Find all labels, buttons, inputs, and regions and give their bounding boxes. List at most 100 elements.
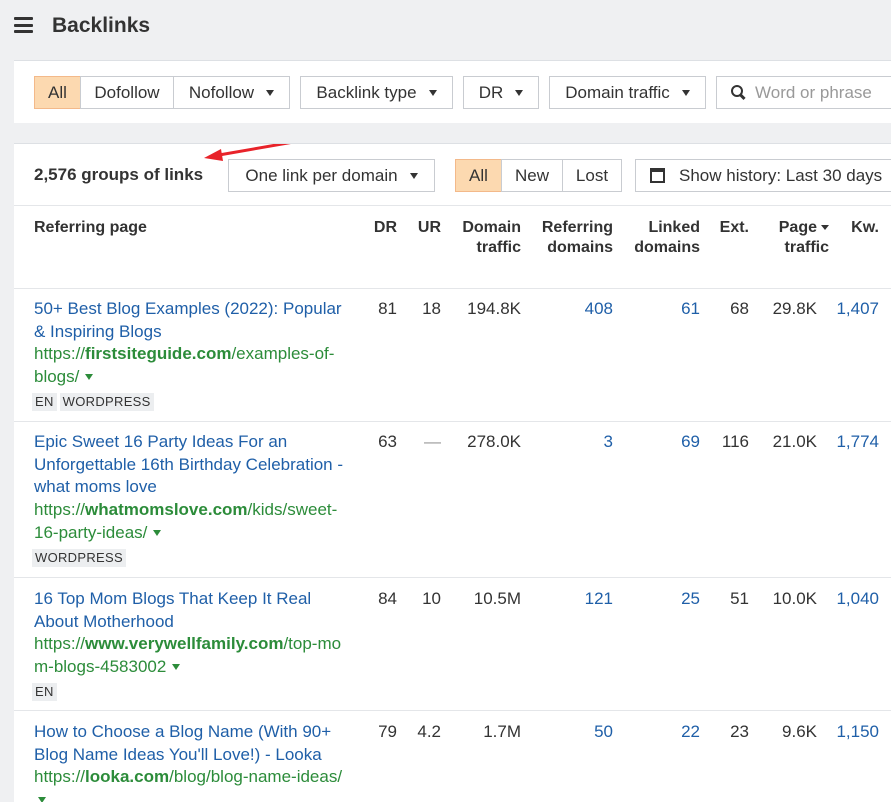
ur-value: 10 bbox=[422, 589, 441, 608]
col-kw[interactable]: Kw. bbox=[844, 218, 879, 238]
col-linked-domains-line1: Linked bbox=[648, 219, 700, 236]
domain-traffic-dropdown[interactable]: Domain traffic bbox=[549, 76, 706, 109]
referring-page-url[interactable]: https://www.verywellfamily.com/top-mo m-… bbox=[34, 633, 356, 678]
url-domain: www.verywellfamily.com bbox=[85, 634, 284, 653]
chevron-down-icon[interactable] bbox=[85, 374, 94, 381]
col-page-traffic[interactable]: Page traffic bbox=[759, 218, 829, 258]
tag-badge: WORDPRESS bbox=[59, 393, 154, 411]
col-referring-domains-line2: domains bbox=[547, 239, 613, 256]
url-path: /examples-of- bbox=[231, 344, 335, 363]
chevron-down-icon bbox=[515, 89, 524, 96]
menu-icon[interactable] bbox=[14, 17, 33, 33]
calendar-icon bbox=[650, 168, 665, 183]
search-field[interactable] bbox=[716, 76, 891, 109]
dr-filter-label: DR bbox=[478, 82, 504, 102]
url-prefix: https:// bbox=[34, 344, 86, 363]
col-ur[interactable]: UR bbox=[406, 218, 441, 238]
url-domain: looka.com bbox=[85, 767, 170, 786]
linked-domains-link[interactable]: 69 bbox=[621, 431, 700, 454]
top-bar: Backlinks bbox=[0, 0, 891, 56]
tag-badge: WORDPRESS bbox=[32, 549, 126, 567]
title-line: 50+ Best Blog Examples (2022): Popular bbox=[34, 299, 342, 318]
referring-page-title[interactable]: 50+ Best Blog Examples (2022): Popular &… bbox=[34, 298, 356, 343]
filter-all-button[interactable]: All bbox=[34, 76, 81, 109]
grouping-dropdown[interactable]: One link per domain bbox=[228, 159, 435, 192]
backlink-type-dropdown[interactable]: Backlink type bbox=[300, 76, 453, 109]
referring-page-url[interactable]: https://whatmomslove.com/kids/sweet- 16-… bbox=[34, 499, 356, 544]
col-page-traffic-line2: traffic bbox=[784, 239, 829, 256]
history-dropdown[interactable]: Show history: Last 30 days bbox=[635, 159, 891, 192]
url-domain: whatmomslove.com bbox=[85, 500, 248, 519]
linked-domains-link[interactable]: 61 bbox=[621, 298, 700, 321]
domain-traffic-value: 1.7M bbox=[483, 722, 521, 741]
referring-domains-link[interactable]: 50 bbox=[529, 721, 613, 744]
status-lost-tab[interactable]: Lost bbox=[562, 159, 622, 192]
chevron-down-icon bbox=[428, 89, 437, 96]
search-icon bbox=[731, 84, 747, 101]
url-path: 16-party-ideas/ bbox=[34, 522, 148, 542]
ext-value: 51 bbox=[730, 589, 749, 608]
filter-nofollow-dropdown[interactable]: Nofollow bbox=[173, 76, 290, 109]
ur-value: — bbox=[424, 432, 441, 451]
divider bbox=[14, 288, 891, 289]
referring-page-title[interactable]: How to Choose a Blog Name (With 90+ Blog… bbox=[34, 721, 356, 766]
page-traffic-value: 21.0K bbox=[772, 432, 817, 451]
col-ext[interactable]: Ext. bbox=[709, 218, 749, 238]
kw-link[interactable]: 1,040 bbox=[829, 588, 879, 611]
kw-link[interactable]: 1,150 bbox=[829, 721, 879, 744]
chevron-down-icon[interactable] bbox=[38, 797, 46, 802]
title-line: Unforgettable 16th Birthday Celebration … bbox=[34, 454, 344, 474]
domain-traffic-label: Domain traffic bbox=[565, 82, 670, 102]
chevron-down-icon[interactable] bbox=[172, 664, 181, 671]
divider bbox=[14, 205, 891, 206]
col-referring-domains-line1: Referring bbox=[541, 219, 613, 236]
status-all-tab[interactable]: All bbox=[455, 159, 502, 192]
title-line: About Motherhood bbox=[34, 611, 174, 631]
dr-value: 84 bbox=[378, 589, 397, 608]
tags: EN bbox=[32, 683, 60, 701]
title-line: what moms love bbox=[34, 477, 157, 496]
divider bbox=[14, 577, 891, 578]
tags: EN WORDPRESS bbox=[32, 393, 157, 411]
filter-dofollow-button[interactable]: Dofollow bbox=[80, 76, 174, 109]
title-line: 16 Top Mom Blogs That Keep It Real bbox=[34, 589, 312, 608]
title-line: Blog Name Ideas You'll Love!) - Looka bbox=[34, 744, 322, 764]
kw-link[interactable]: 1,774 bbox=[829, 431, 879, 454]
dr-value: 63 bbox=[378, 432, 397, 451]
col-referring-page[interactable]: Referring page bbox=[34, 218, 147, 238]
tag-badge: EN bbox=[32, 683, 57, 701]
col-domain-traffic[interactable]: Domain traffic bbox=[444, 218, 521, 258]
dr-dropdown[interactable]: DR bbox=[463, 76, 539, 109]
results-card: 2,576 groups of links One link per domai… bbox=[14, 143, 891, 802]
linked-domains-link[interactable]: 22 bbox=[621, 721, 700, 744]
col-page-traffic-line1: Page bbox=[759, 218, 829, 238]
dr-value: 79 bbox=[378, 722, 397, 741]
chevron-down-icon bbox=[266, 89, 275, 96]
referring-domains-link[interactable]: 3 bbox=[529, 431, 613, 454]
referring-page-url[interactable]: https://looka.com/blog/blog-name-ideas/ bbox=[34, 766, 356, 802]
page-traffic-value: 9.6K bbox=[782, 722, 817, 741]
referring-page-url[interactable]: https://firstsiteguide.com/examples-of- … bbox=[34, 343, 356, 388]
referring-domains-link[interactable]: 121 bbox=[529, 588, 613, 611]
referring-domains-link[interactable]: 408 bbox=[529, 298, 613, 321]
url-prefix: https:// bbox=[34, 500, 86, 519]
search-input[interactable] bbox=[755, 82, 891, 103]
title-line: & Inspiring Blogs bbox=[34, 321, 162, 341]
url-path: /top-mo bbox=[283, 634, 342, 653]
linked-domains-link[interactable]: 25 bbox=[621, 588, 700, 611]
tag-badge: EN bbox=[32, 393, 57, 411]
col-linked-domains[interactable]: Linked domains bbox=[621, 218, 700, 258]
referring-page-title[interactable]: Epic Sweet 16 Party Ideas For an Unforge… bbox=[34, 431, 356, 499]
url-path: m-blogs-4583002 bbox=[34, 656, 167, 676]
col-dr[interactable]: DR bbox=[364, 218, 397, 238]
ur-value: 18 bbox=[422, 299, 441, 318]
kw-link[interactable]: 1,407 bbox=[829, 298, 879, 321]
referring-page-title[interactable]: 16 Top Mom Blogs That Keep It Real About… bbox=[34, 588, 356, 633]
url-path: blogs/ bbox=[34, 366, 80, 386]
col-referring-domains[interactable]: Referring domains bbox=[529, 218, 613, 258]
ext-value: 116 bbox=[721, 432, 749, 451]
status-new-tab[interactable]: New bbox=[501, 159, 563, 192]
results-count: 2,576 groups of links bbox=[34, 165, 204, 184]
domain-traffic-value: 194.8K bbox=[467, 299, 521, 318]
chevron-down-icon[interactable] bbox=[153, 530, 162, 537]
